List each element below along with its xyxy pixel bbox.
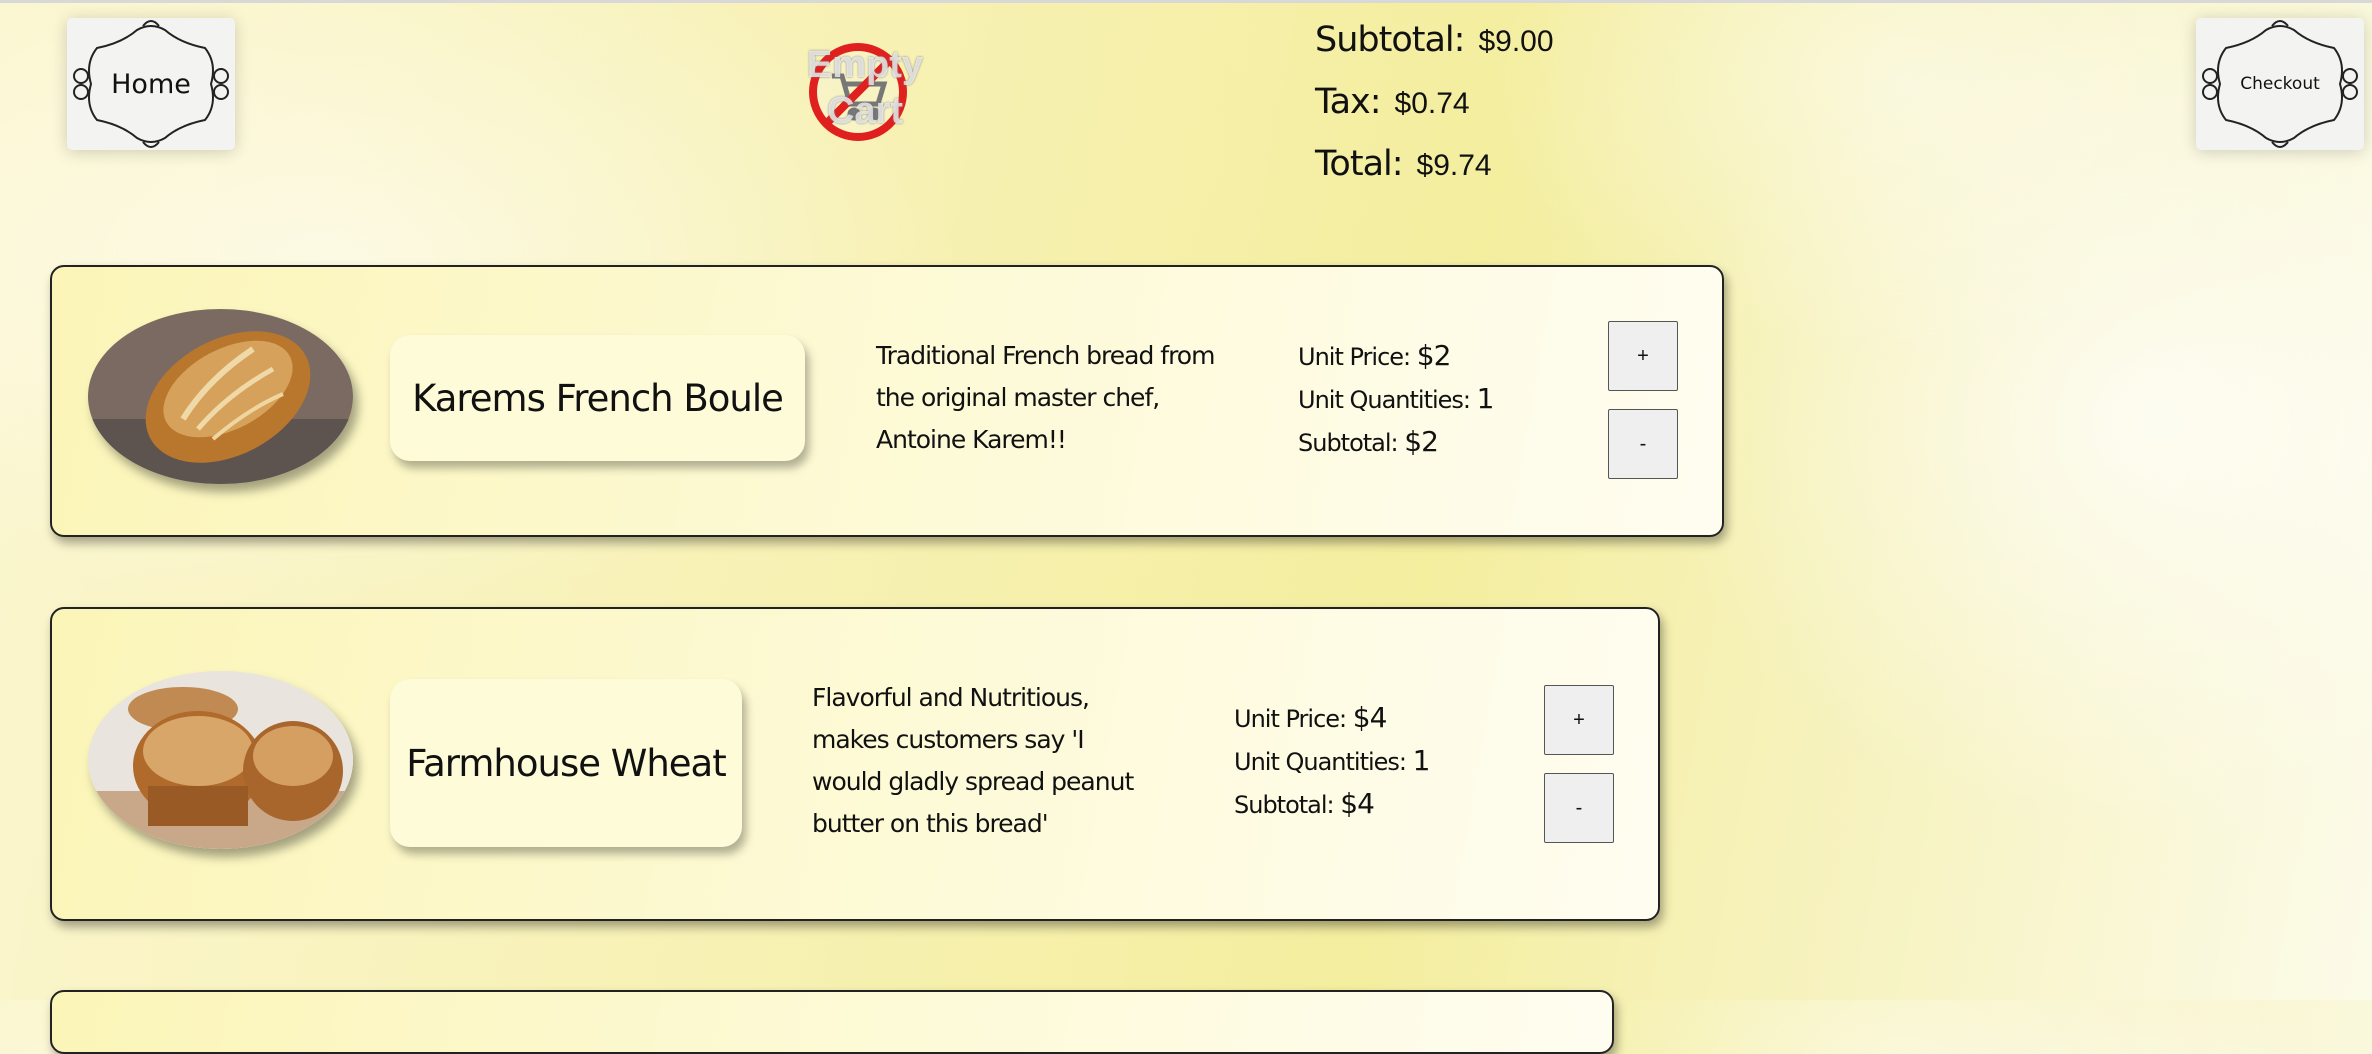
empty-cart-button[interactable]: Empty Cart bbox=[790, 38, 940, 148]
unit-qty-value: 1 bbox=[1476, 382, 1495, 415]
total-label: Total: bbox=[1315, 144, 1404, 184]
description-line: Antoine Karem!! bbox=[876, 425, 1067, 454]
subtotal-label: Subtotal: bbox=[1315, 20, 1465, 60]
checkout-button[interactable]: Checkout bbox=[2196, 18, 2364, 150]
unit-price-value: $4 bbox=[1352, 701, 1388, 734]
description-line: makes customers say 'I bbox=[812, 725, 1085, 754]
description-line: Traditional French bread from bbox=[876, 341, 1215, 370]
product-name: Farmhouse Wheat bbox=[406, 741, 726, 785]
product-pricing: Unit Price: $4 Unit Quantities: 1 Subtot… bbox=[1234, 697, 1431, 826]
order-totals: Subtotal: $9.00 Tax: $0.74 Total: $9.74 bbox=[1315, 20, 1554, 206]
home-label: Home bbox=[111, 68, 191, 100]
unit-qty-label: Unit Quantities: bbox=[1234, 748, 1407, 776]
description-line: butter on this bread' bbox=[812, 809, 1049, 838]
increase-quantity-button[interactable]: + bbox=[1544, 685, 1614, 755]
item-subtotal-value: $2 bbox=[1404, 425, 1439, 458]
subtotal-value: $9.00 bbox=[1478, 25, 1554, 58]
product-title-box: Karems French Boule bbox=[390, 335, 805, 461]
item-subtotal-label: Subtotal: bbox=[1234, 791, 1335, 819]
description-line: the original master chef, bbox=[876, 383, 1160, 412]
product-description: Flavorful and Nutritious, makes customer… bbox=[812, 677, 1134, 845]
increase-quantity-button[interactable]: + bbox=[1608, 321, 1678, 391]
product-pricing: Unit Price: $2 Unit Quantities: 1 Subtot… bbox=[1298, 335, 1495, 464]
tax-label: Tax: bbox=[1315, 82, 1382, 122]
tax-value: $0.74 bbox=[1394, 87, 1470, 120]
total-value: $9.74 bbox=[1416, 149, 1492, 182]
unit-price-value: $2 bbox=[1416, 339, 1452, 372]
product-title-box: Farmhouse Wheat bbox=[390, 679, 742, 847]
description-line: Flavorful and Nutritious, bbox=[812, 683, 1090, 712]
product-description: Traditional French bread from the origin… bbox=[876, 335, 1215, 461]
unit-qty-label: Unit Quantities: bbox=[1298, 386, 1471, 414]
checkout-label: Checkout bbox=[2240, 74, 2320, 94]
unit-qty-value: 1 bbox=[1412, 744, 1431, 777]
item-subtotal-value: $4 bbox=[1340, 787, 1375, 820]
unit-price-label: Unit Price: bbox=[1234, 705, 1347, 733]
home-button[interactable]: Home bbox=[67, 18, 235, 150]
product-card: Farmhouse Wheat Flavorful and Nutritious… bbox=[50, 607, 1660, 921]
top-border bbox=[0, 0, 2372, 3]
product-name: Karems French Boule bbox=[412, 376, 784, 420]
product-image-farmhouse-wheat bbox=[88, 671, 353, 849]
empty-cart-label-2: Cart bbox=[826, 90, 904, 132]
empty-cart-label-1: Empty bbox=[806, 44, 924, 86]
item-subtotal-label: Subtotal: bbox=[1298, 429, 1399, 457]
description-line: would gladly spread peanut bbox=[812, 767, 1134, 796]
product-card: Karems French Boule Traditional French b… bbox=[50, 265, 1724, 537]
decrease-quantity-button[interactable]: - bbox=[1608, 409, 1678, 479]
unit-price-label: Unit Price: bbox=[1298, 343, 1411, 371]
product-image-french-boule bbox=[88, 309, 353, 484]
decrease-quantity-button[interactable]: - bbox=[1544, 773, 1614, 843]
